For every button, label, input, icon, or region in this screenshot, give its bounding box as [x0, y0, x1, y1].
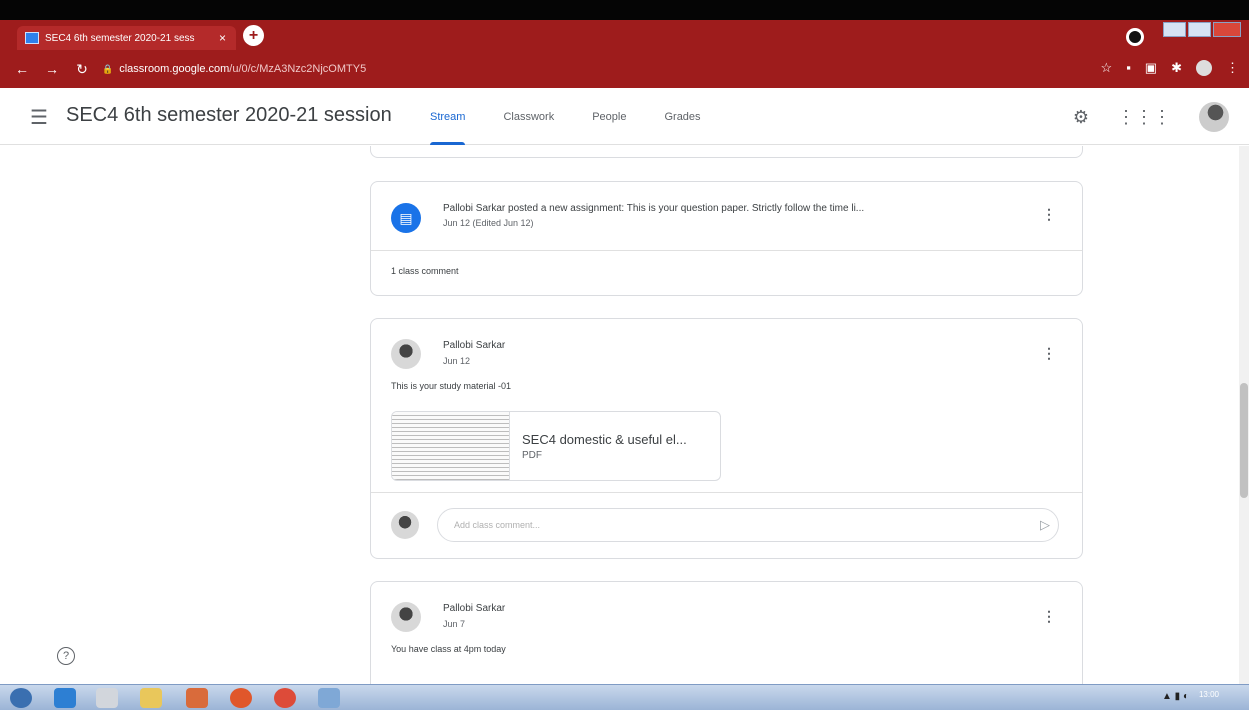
post-date: Jun 7 — [443, 619, 466, 629]
author-name: Pallobi Sarkar — [443, 340, 506, 351]
start-button-icon[interactable] — [10, 688, 32, 708]
extensions-area: ☆ ▪ ▣ ✱ ⋮ — [1101, 60, 1239, 76]
lock-icon: 🔒 — [102, 63, 114, 74]
post-options-icon[interactable]: ⋮ — [1042, 345, 1056, 362]
post-options-icon[interactable]: ⋮ — [1042, 206, 1056, 223]
url-field[interactable]: 🔒 classroom.google.com /u/0/c/MzA3Nzc2Nj… — [102, 63, 366, 75]
header-actions: ⚙ ⋮⋮⋮ — [1073, 102, 1229, 132]
window-titlebar — [0, 0, 1249, 20]
avatar — [391, 511, 419, 539]
material-post-card: Pallobi Sarkar Jun 12 ⋮ This is your stu… — [370, 318, 1083, 559]
avatar[interactable] — [1199, 102, 1229, 132]
attachment-thumbnail — [392, 412, 510, 480]
classroom-header: ☰ SEC4 6th semester 2020-21 session Stre… — [0, 88, 1249, 145]
classroom-favicon-icon — [25, 32, 39, 44]
browser-profile-avatar[interactable] — [1196, 60, 1212, 76]
browser-menu-icon[interactable]: ⋮ — [1226, 60, 1239, 76]
file-explorer-icon[interactable] — [140, 688, 162, 708]
extension-icon[interactable]: ▪ — [1126, 60, 1131, 76]
apps-grid-icon[interactable]: ⋮⋮⋮ — [1117, 107, 1171, 128]
comment-row: Add class comment... ▷ — [371, 493, 1082, 558]
star-icon[interactable]: ☆ — [1101, 60, 1113, 76]
browser-tab[interactable]: SEC4 6th semester 2020-21 sess × — [17, 26, 236, 50]
author-name: Pallobi Sarkar — [443, 603, 506, 614]
tab-close-icon[interactable]: × — [219, 31, 226, 45]
help-icon[interactable]: ? — [57, 647, 75, 665]
tab-strip: SEC4 6th semester 2020-21 sess × + — [0, 20, 1249, 50]
class-comments-link[interactable]: 1 class comment — [391, 266, 459, 276]
post-options-icon[interactable]: ⋮ — [1042, 608, 1056, 625]
system-tray[interactable]: ▲ ▮ ◐ — [1162, 691, 1189, 702]
class-tabs: Stream Classwork People Grades — [430, 88, 739, 145]
attachment-type: PDF — [522, 450, 542, 461]
divider — [371, 250, 1082, 251]
page-title[interactable]: SEC4 6th semester 2020-21 session — [66, 104, 392, 127]
reload-icon[interactable]: ↻ — [74, 61, 90, 78]
post-body: This is your study material -01 — [391, 381, 512, 391]
translate-extension-icon[interactable]: ▣ — [1145, 60, 1157, 76]
tab-grades[interactable]: Grades — [664, 88, 700, 145]
post-title[interactable]: Pallobi Sarkar posted a new assignment: … — [443, 203, 1033, 214]
puzzle-icon[interactable]: ✱ — [1171, 60, 1182, 76]
minimize-button[interactable] — [1163, 22, 1186, 37]
url-host: classroom.google.com — [119, 63, 230, 75]
author-avatar — [391, 339, 421, 369]
post-date: Jun 12 (Edited Jun 12) — [443, 218, 534, 228]
send-icon[interactable]: ▷ — [1040, 517, 1050, 533]
assignment-icon: ▤ — [391, 203, 421, 233]
taskbar-app-icon[interactable] — [318, 688, 340, 708]
tab-title: SEC4 6th semester 2020-21 sess — [45, 32, 195, 44]
chrome-icon[interactable] — [274, 688, 296, 708]
tab-people[interactable]: People — [592, 88, 626, 145]
taskbar-clock[interactable]: 13:00 — [1199, 690, 1219, 699]
firefox-icon[interactable] — [230, 688, 252, 708]
maximize-button[interactable] — [1187, 22, 1211, 37]
back-arrow-icon[interactable]: ← — [14, 61, 30, 77]
address-bar: ← → ↻ 🔒 classroom.google.com /u/0/c/MzA3… — [0, 50, 1249, 88]
url-path: /u/0/c/MzA3Nzc2NjcOMTY5 — [229, 63, 367, 75]
forward-arrow-icon[interactable]: → — [44, 61, 60, 77]
tab-classwork[interactable]: Classwork — [503, 88, 554, 145]
assignment-post-card[interactable]: ▤ Pallobi Sarkar posted a new assignment… — [370, 181, 1083, 296]
class-comment-input[interactable]: Add class comment... — [437, 508, 1059, 542]
window-controls — [1163, 22, 1243, 38]
office-app-icon[interactable] — [186, 688, 208, 708]
pdf-attachment[interactable]: SEC4 domestic & useful el... PDF — [391, 411, 721, 481]
tab-stream[interactable]: Stream — [430, 88, 466, 145]
media-player-icon[interactable] — [96, 688, 118, 708]
post-date: Jun 12 — [443, 356, 471, 366]
author-avatar — [391, 602, 421, 632]
settings-gear-icon[interactable]: ⚙ — [1073, 107, 1089, 128]
new-tab-button[interactable]: + — [243, 25, 264, 46]
attachment-name: SEC4 domestic & useful el... — [522, 432, 687, 447]
scrollbar-thumb[interactable] — [1240, 383, 1248, 498]
profile-ring-icon[interactable] — [1126, 28, 1144, 46]
announcement-post-card: Pallobi Sarkar Jun 7 ⋮ You have class at… — [370, 581, 1083, 701]
previous-post-card — [370, 146, 1083, 158]
post-body: You have class at 4pm today — [391, 644, 506, 654]
internet-explorer-icon[interactable] — [54, 688, 76, 708]
close-window-button[interactable] — [1212, 22, 1241, 37]
hamburger-menu-icon[interactable]: ☰ — [30, 105, 48, 130]
os-taskbar: ▲ ▮ ◐ 13:00 — [0, 684, 1249, 710]
